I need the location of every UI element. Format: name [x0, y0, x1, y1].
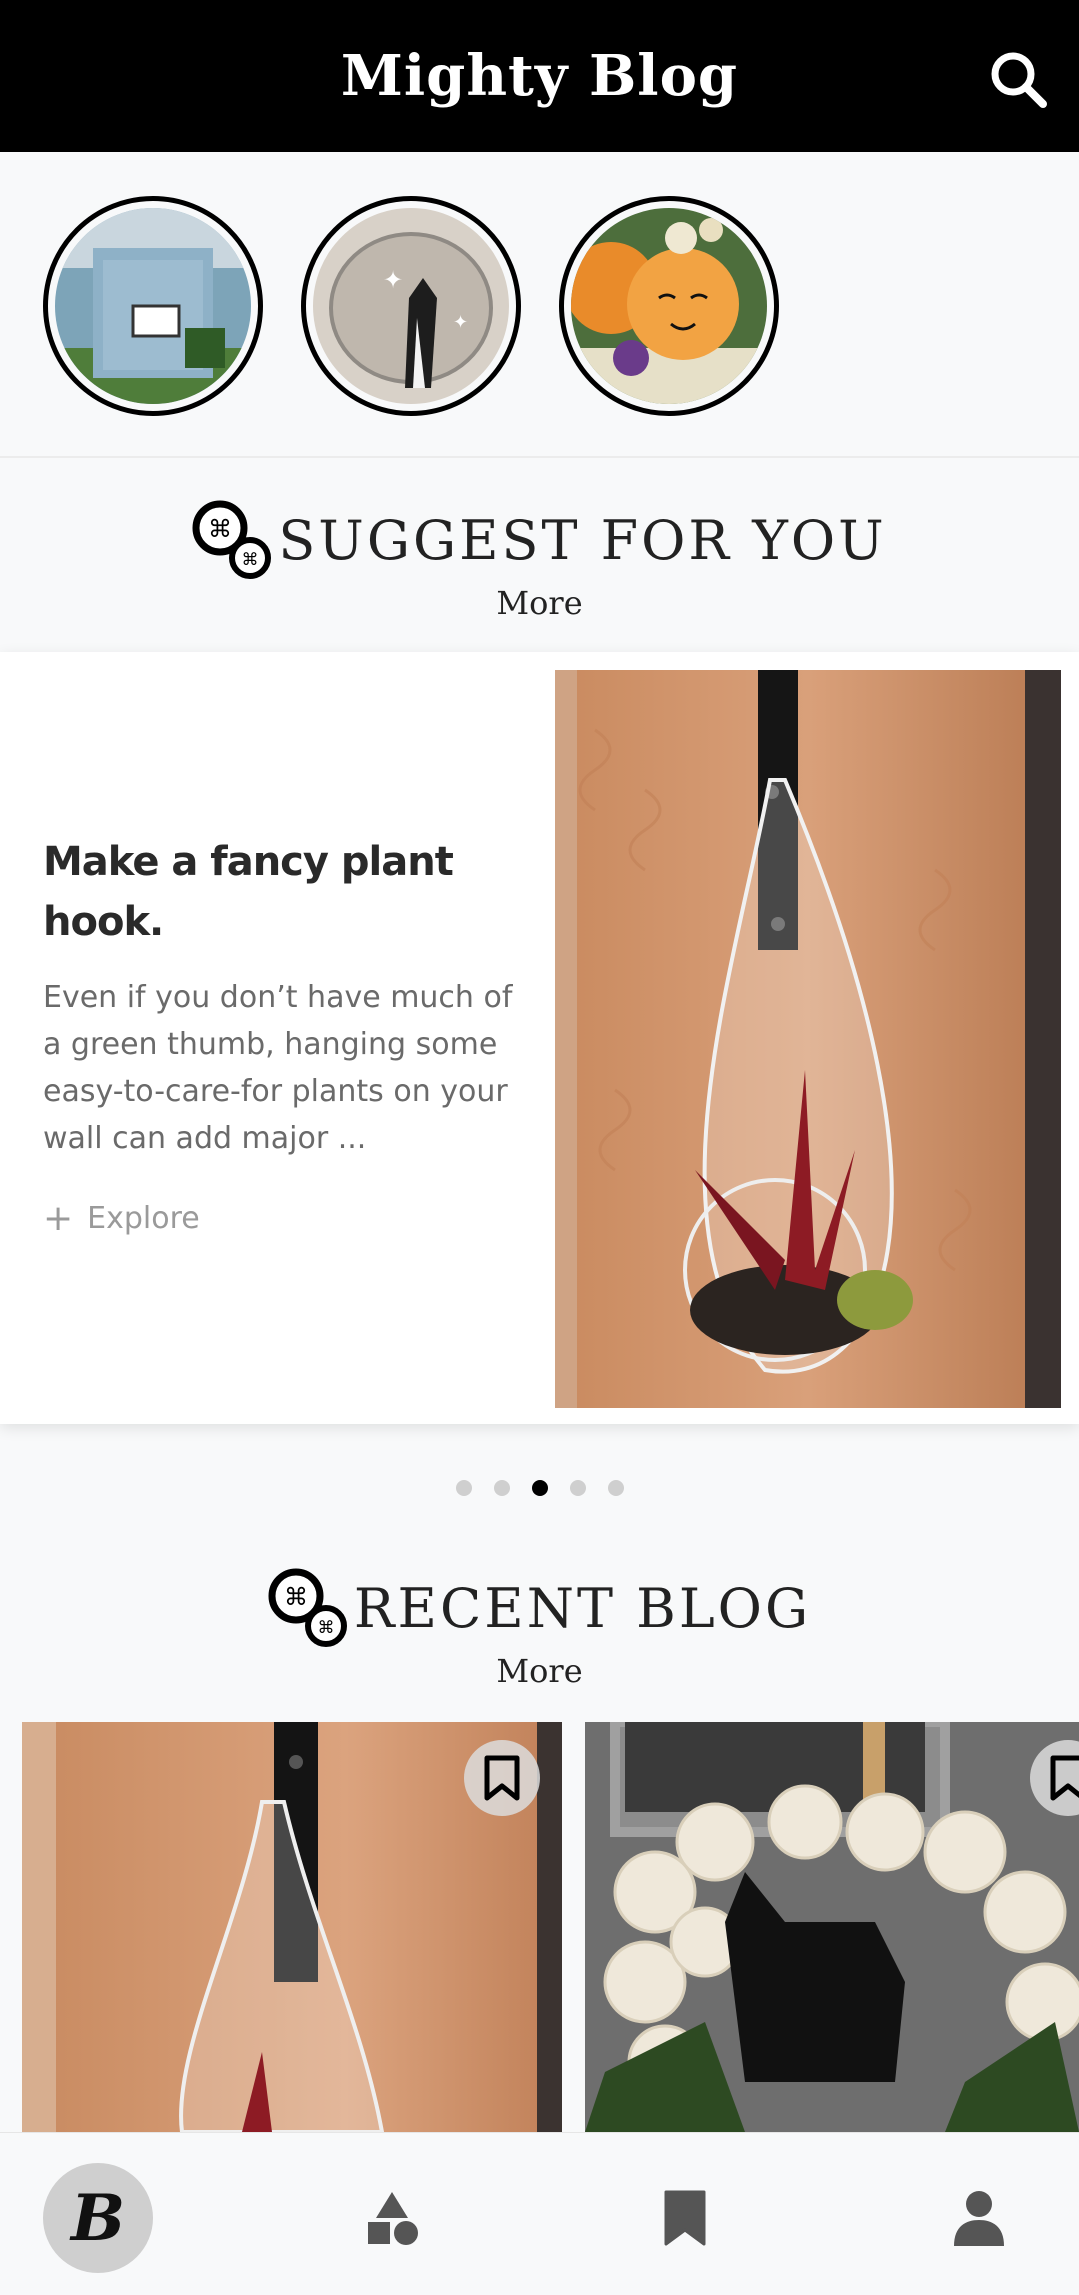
app-title: Mighty Blog	[340, 43, 739, 109]
story-item-pumpkin[interactable]	[559, 196, 779, 416]
story-image	[571, 208, 767, 404]
svg-text:⌘: ⌘	[242, 550, 259, 570]
explore-label: Explore	[87, 1201, 200, 1236]
carousel-dot-active[interactable]	[531, 1480, 548, 1496]
svg-text:⌘: ⌘	[208, 515, 232, 543]
explore-button[interactable]: + Explore	[43, 1198, 200, 1239]
featured-post-image	[555, 670, 1061, 1408]
stories-row: ✦ ✦	[0, 152, 1079, 458]
suggest-heading: ⌘ ⌘ SUGGEST FOR YOU	[0, 498, 1079, 582]
featured-post-title: Make a fancy plant hook.	[43, 839, 454, 945]
story-item-cat-mirror[interactable]: ✦ ✦	[301, 196, 521, 416]
story-item-little-library[interactable]	[43, 196, 263, 416]
bookmark-filled-icon	[664, 2190, 706, 2246]
bottom-navigation: B	[0, 2132, 1079, 2295]
carousel-dot[interactable]	[607, 1480, 624, 1496]
suggest-title: SUGGEST FOR YOU	[278, 508, 887, 572]
carousel-indicator[interactable]	[0, 1480, 1079, 1496]
story-image	[55, 208, 251, 404]
shapes-icon	[368, 2192, 418, 2245]
recent-more-link[interactable]: More	[0, 1652, 1079, 1690]
svg-text:⌘: ⌘	[284, 1583, 308, 1611]
svg-text:✦: ✦	[453, 312, 468, 333]
nav-home-button[interactable]: B	[43, 2163, 153, 2273]
recent-heading: ⌘ ⌘ RECENT BLOG	[0, 1566, 1079, 1650]
carousel-dot[interactable]	[455, 1480, 472, 1496]
blog-logo-icon: ⌘ ⌘	[268, 1568, 347, 1647]
user-icon	[954, 2191, 1004, 2246]
search-button[interactable]	[987, 48, 1049, 110]
svg-text:⌘: ⌘	[317, 1618, 334, 1638]
carousel-dot[interactable]	[493, 1480, 510, 1496]
suggest-more-link[interactable]: More	[0, 584, 1079, 622]
app-header: Mighty Blog	[0, 0, 1079, 152]
bookmark-button[interactable]	[464, 1740, 540, 1816]
nav-categories-button[interactable]	[337, 2163, 447, 2273]
featured-post-card[interactable]: Make a fancy plant hook. Even if you don…	[0, 652, 1079, 1424]
recent-post-card[interactable]	[585, 1722, 1079, 2132]
plus-icon: +	[43, 1198, 74, 1239]
recent-post-image	[585, 1722, 1079, 2132]
blog-logo-icon: ⌘ ⌘	[192, 500, 272, 579]
recent-title: RECENT BLOG	[353, 1576, 812, 1640]
nav-profile-button[interactable]	[924, 2163, 1034, 2273]
featured-post-description: Even if you don’t have much of a green t…	[43, 980, 513, 1156]
recent-post-card[interactable]	[22, 1722, 562, 2132]
carousel-dot[interactable]	[569, 1480, 586, 1496]
home-logo-icon: B	[70, 2180, 126, 2256]
nav-bookmarks-button[interactable]	[630, 2163, 740, 2273]
bookmark-icon	[484, 1755, 520, 1801]
bookmark-icon	[1050, 1755, 1079, 1801]
search-icon	[991, 52, 1047, 108]
story-image: ✦ ✦	[313, 208, 509, 404]
svg-text:✦: ✦	[383, 266, 403, 294]
